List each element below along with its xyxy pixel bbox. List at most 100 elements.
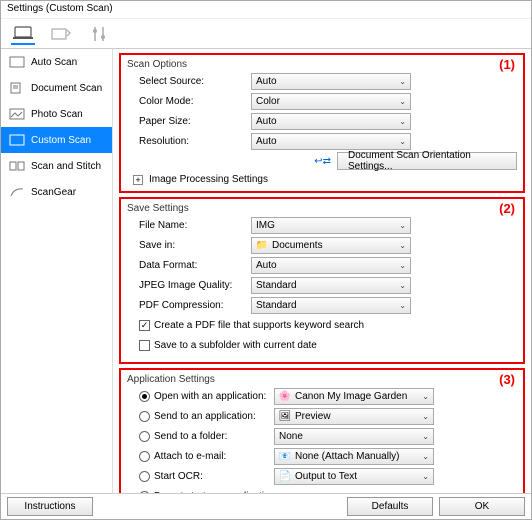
button-label: OK: [475, 501, 489, 512]
resolution-label: Resolution:: [139, 136, 251, 147]
sidebar-item-label: Custom Scan: [31, 135, 91, 146]
resolution-dropdown[interactable]: Auto⌄: [251, 133, 411, 150]
dropdown-value: Auto: [256, 136, 277, 147]
image-processing-expander[interactable]: + Image Processing Settings: [133, 174, 517, 185]
text-icon: 📄: [279, 470, 291, 482]
app-icon: 🌸: [279, 390, 291, 402]
field-value: IMG: [256, 220, 275, 231]
send-to-folder-dropdown[interactable]: None⌄: [274, 428, 434, 445]
chevron-down-icon: ⌄: [399, 117, 406, 126]
preview-icon: 🖼: [279, 410, 291, 422]
dropdown-value: Standard: [256, 300, 297, 311]
tab-scan-from-computer-icon[interactable]: [11, 23, 35, 45]
start-ocr-radio[interactable]: [139, 471, 150, 482]
scangear-icon: [9, 185, 25, 199]
do-not-start-label: Do not start any application: [154, 491, 275, 494]
section-heading: Save Settings: [127, 203, 517, 214]
section-number: (2): [499, 201, 515, 216]
expander-label: Image Processing Settings: [149, 174, 268, 185]
dropdown-value: Auto: [256, 260, 277, 271]
chevron-down-icon: ⌄: [399, 97, 406, 106]
sidebar-item-scangear[interactable]: ScanGear: [1, 179, 112, 205]
dropdown-value: Preview: [295, 411, 331, 422]
window-title: Settings (Custom Scan): [1, 1, 531, 19]
file-name-field[interactable]: IMG⌄: [251, 217, 411, 234]
send-to-folder-label: Send to a folder:: [154, 431, 274, 442]
sidebar-item-label: ScanGear: [31, 187, 76, 198]
select-source-label: Select Source:: [139, 76, 251, 87]
select-source-dropdown[interactable]: Auto ⌄: [251, 73, 411, 90]
ok-button[interactable]: OK: [439, 497, 525, 516]
chevron-down-icon: ⌄: [422, 392, 429, 401]
send-to-app-label: Send to an application:: [154, 411, 274, 422]
dropdown-value: Auto: [256, 76, 277, 87]
color-mode-label: Color Mode:: [139, 96, 251, 107]
paper-size-dropdown[interactable]: Auto ⌄: [251, 113, 411, 130]
chevron-down-icon: ⌄: [422, 452, 429, 461]
do-not-start-radio[interactable]: [139, 491, 150, 494]
section-number: (3): [499, 372, 515, 387]
data-format-dropdown[interactable]: Auto ⌄: [251, 257, 411, 274]
defaults-button[interactable]: Defaults: [347, 497, 433, 516]
pdf-compression-dropdown[interactable]: Standard ⌄: [251, 297, 411, 314]
section-number: (1): [499, 57, 515, 72]
custom-scan-icon: [9, 133, 25, 147]
chevron-down-icon: ⌄: [399, 261, 406, 270]
subfolder-date-checkbox[interactable]: Save to a subfolder with current date: [139, 336, 517, 354]
dropdown-value: Color: [256, 96, 280, 107]
stitch-icon: [9, 159, 25, 173]
chevron-down-icon: ⌄: [399, 241, 406, 250]
sidebar-item-scan-and-stitch[interactable]: Scan and Stitch: [1, 153, 112, 179]
sidebar-item-photo-scan[interactable]: Photo Scan: [1, 101, 112, 127]
sidebar-item-document-scan[interactable]: Document Scan: [1, 75, 112, 101]
chevron-down-icon: ⌄: [399, 281, 406, 290]
jpeg-quality-label: JPEG Image Quality:: [139, 280, 251, 291]
save-settings-section: (2) Save Settings File Name: IMG⌄ Save i…: [119, 197, 525, 364]
paper-size-label: Paper Size:: [139, 116, 251, 127]
footer: Instructions Defaults OK: [1, 493, 531, 519]
tab-general-settings-icon[interactable]: [87, 23, 111, 45]
open-with-app-radio[interactable]: [139, 391, 150, 402]
sidebar-item-label: Scan and Stitch: [31, 161, 101, 172]
main-panel: (1) Scan Options Select Source: Auto ⌄ Co…: [113, 49, 531, 493]
sidebar-item-custom-scan[interactable]: Custom Scan: [1, 127, 112, 153]
open-with-app-dropdown[interactable]: 🌸Canon My Image Garden⌄: [274, 388, 434, 405]
chevron-down-icon: ⌄: [422, 412, 429, 421]
sidebar-item-auto-scan[interactable]: Auto Scan: [1, 49, 112, 75]
send-to-folder-radio[interactable]: [139, 431, 150, 442]
section-heading: Application Settings: [127, 374, 517, 385]
pdf-keyword-checkbox[interactable]: ✓ Create a PDF file that supports keywor…: [139, 316, 517, 334]
scan-options-section: (1) Scan Options Select Source: Auto ⌄ Co…: [119, 53, 525, 193]
rotate-icon[interactable]: ↩⇄: [314, 156, 331, 167]
dropdown-value: Auto: [256, 116, 277, 127]
attach-email-label: Attach to e-mail:: [154, 451, 274, 462]
send-to-app-radio[interactable]: [139, 411, 150, 422]
start-ocr-label: Start OCR:: [154, 471, 274, 482]
save-in-dropdown[interactable]: 📁 Documents ⌄: [251, 237, 411, 254]
attach-email-dropdown[interactable]: 📧None (Attach Manually)⌄: [274, 448, 434, 465]
jpeg-quality-dropdown[interactable]: Standard ⌄: [251, 277, 411, 294]
start-ocr-dropdown[interactable]: 📄Output to Text⌄: [274, 468, 434, 485]
save-in-label: Save in:: [139, 240, 251, 251]
dropdown-value: Standard: [256, 280, 297, 291]
color-mode-dropdown[interactable]: Color ⌄: [251, 93, 411, 110]
chevron-down-icon: ⌄: [399, 77, 406, 86]
chevron-down-icon: ⌄: [399, 301, 406, 310]
photo-scan-icon: [9, 107, 25, 121]
instructions-button[interactable]: Instructions: [7, 497, 93, 516]
button-label: Instructions: [24, 501, 75, 512]
dropdown-value: Output to Text: [295, 471, 357, 482]
section-heading: Scan Options: [127, 59, 517, 70]
dropdown-value: Documents: [272, 240, 323, 251]
folder-icon: 📁: [256, 239, 268, 251]
button-label: Document Scan Orientation Settings...: [348, 150, 506, 172]
mail-icon: 📧: [279, 450, 291, 462]
tab-scan-from-panel-icon[interactable]: [49, 23, 73, 45]
checkbox-checked-icon: ✓: [139, 320, 150, 331]
send-to-app-dropdown[interactable]: 🖼 Preview ⌄: [274, 408, 434, 425]
attach-email-radio[interactable]: [139, 451, 150, 462]
sidebar-item-label: Photo Scan: [31, 109, 83, 120]
orientation-settings-button[interactable]: Document Scan Orientation Settings...: [337, 152, 517, 170]
checkbox-unchecked-icon: [139, 340, 150, 351]
file-name-label: File Name:: [139, 220, 251, 231]
